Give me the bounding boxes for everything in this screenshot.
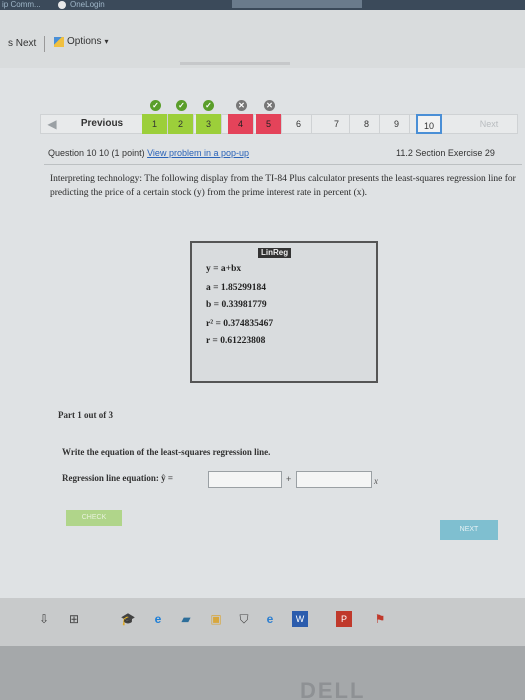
question-text: Interpreting technology: The following d… xyxy=(50,174,516,198)
powerpoint-icon[interactable]: P xyxy=(336,611,352,627)
popup-link[interactable]: View problem in a pop-up xyxy=(147,148,249,158)
folder-icon[interactable]: ▰ xyxy=(178,611,194,627)
check-icon: ✓ xyxy=(176,100,187,111)
calculator-line: r = 0.61223808 xyxy=(206,336,266,346)
onelogin-icon xyxy=(58,1,66,9)
intercept-input[interactable] xyxy=(208,471,282,488)
check-icon: ✓ xyxy=(150,100,161,111)
regression-label: Regression line equation: ŷ = xyxy=(62,473,173,483)
dell-logo: DELL xyxy=(300,678,366,700)
next-nav-button[interactable]: Next xyxy=(462,114,516,134)
task-view-icon[interactable]: ⊞ xyxy=(66,611,82,627)
toolbar-strip xyxy=(180,62,290,65)
question-8-button[interactable]: 8 xyxy=(354,114,380,134)
edge-icon[interactable]: e xyxy=(150,611,166,627)
plus-sign: + xyxy=(286,474,292,484)
monitor-bezel xyxy=(0,646,525,700)
next-button[interactable]: NEXT xyxy=(440,520,498,540)
question-9-button[interactable]: 9 xyxy=(384,114,410,134)
question-number: Question 10 xyxy=(48,148,100,158)
check-icon: ✓ xyxy=(203,100,214,111)
previous-button[interactable]: Previous xyxy=(66,114,138,134)
question-points: 10 (1 point) xyxy=(99,148,145,158)
options-label: Options xyxy=(67,36,102,47)
slope-input[interactable] xyxy=(296,471,372,488)
options-button[interactable]: Options ▾ xyxy=(54,36,108,47)
calculator-line: r² = 0.374835467 xyxy=(206,319,274,329)
calculator-title: LinReg xyxy=(258,248,292,258)
internet-explorer-icon[interactable]: e xyxy=(262,611,278,627)
browser-tab-bar: ip Comm... OneLogin xyxy=(0,0,525,10)
check-button[interactable]: CHECK xyxy=(66,510,122,526)
question-2-button[interactable]: 2 xyxy=(168,114,194,134)
header-divider xyxy=(44,164,522,165)
calculator-line: a = 1.85299184 xyxy=(206,283,267,293)
calculator-line: b = 0.33981779 xyxy=(206,300,267,310)
file-explorer-icon[interactable]: ▣ xyxy=(208,611,224,627)
word-icon[interactable]: W xyxy=(292,611,308,627)
question-header: Question 10 10 (1 point) View problem in… xyxy=(48,148,249,158)
download-icon[interactable]: ⇩ xyxy=(36,611,52,627)
toolbar-next-button[interactable]: s Next xyxy=(8,38,36,49)
tab-active[interactable] xyxy=(232,0,362,8)
toolbar-divider xyxy=(44,36,45,52)
x-variable: x xyxy=(374,476,378,486)
question-1-button[interactable]: 1 xyxy=(142,114,168,134)
back-arrow-icon[interactable]: ◀ xyxy=(42,115,62,133)
question-7-button[interactable]: 7 xyxy=(324,114,350,134)
toolbar: s Next Options ▾ xyxy=(0,10,525,68)
question-6-button[interactable]: 6 xyxy=(286,114,312,134)
store-icon[interactable]: ⛉ xyxy=(236,611,252,627)
calculator-display xyxy=(190,241,378,383)
question-10-button[interactable]: 10 xyxy=(416,114,442,134)
part-label: Part 1 out of 3 xyxy=(58,410,113,420)
question-3-button[interactable]: 3 xyxy=(196,114,222,134)
part-instruction: Write the equation of the least-squares … xyxy=(62,447,271,457)
graduation-cap-icon[interactable]: 🎓 xyxy=(120,611,136,627)
question-4-button[interactable]: 4 xyxy=(228,114,254,134)
calculator-line: y = a+bx xyxy=(206,264,242,274)
cross-icon: ✕ xyxy=(264,100,275,111)
section-label: 11.2 Section Exercise 29 xyxy=(396,148,495,158)
question-5-button[interactable]: 5 xyxy=(256,114,282,134)
tab-comm[interactable]: ip Comm... xyxy=(2,0,41,10)
pencil-icon xyxy=(54,36,64,47)
tab-onelogin[interactable]: OneLogin xyxy=(70,0,105,10)
acrobat-icon[interactable]: ⚑ xyxy=(372,611,388,627)
cross-icon: ✕ xyxy=(236,100,247,111)
chevron-down-icon: ▾ xyxy=(104,37,109,46)
